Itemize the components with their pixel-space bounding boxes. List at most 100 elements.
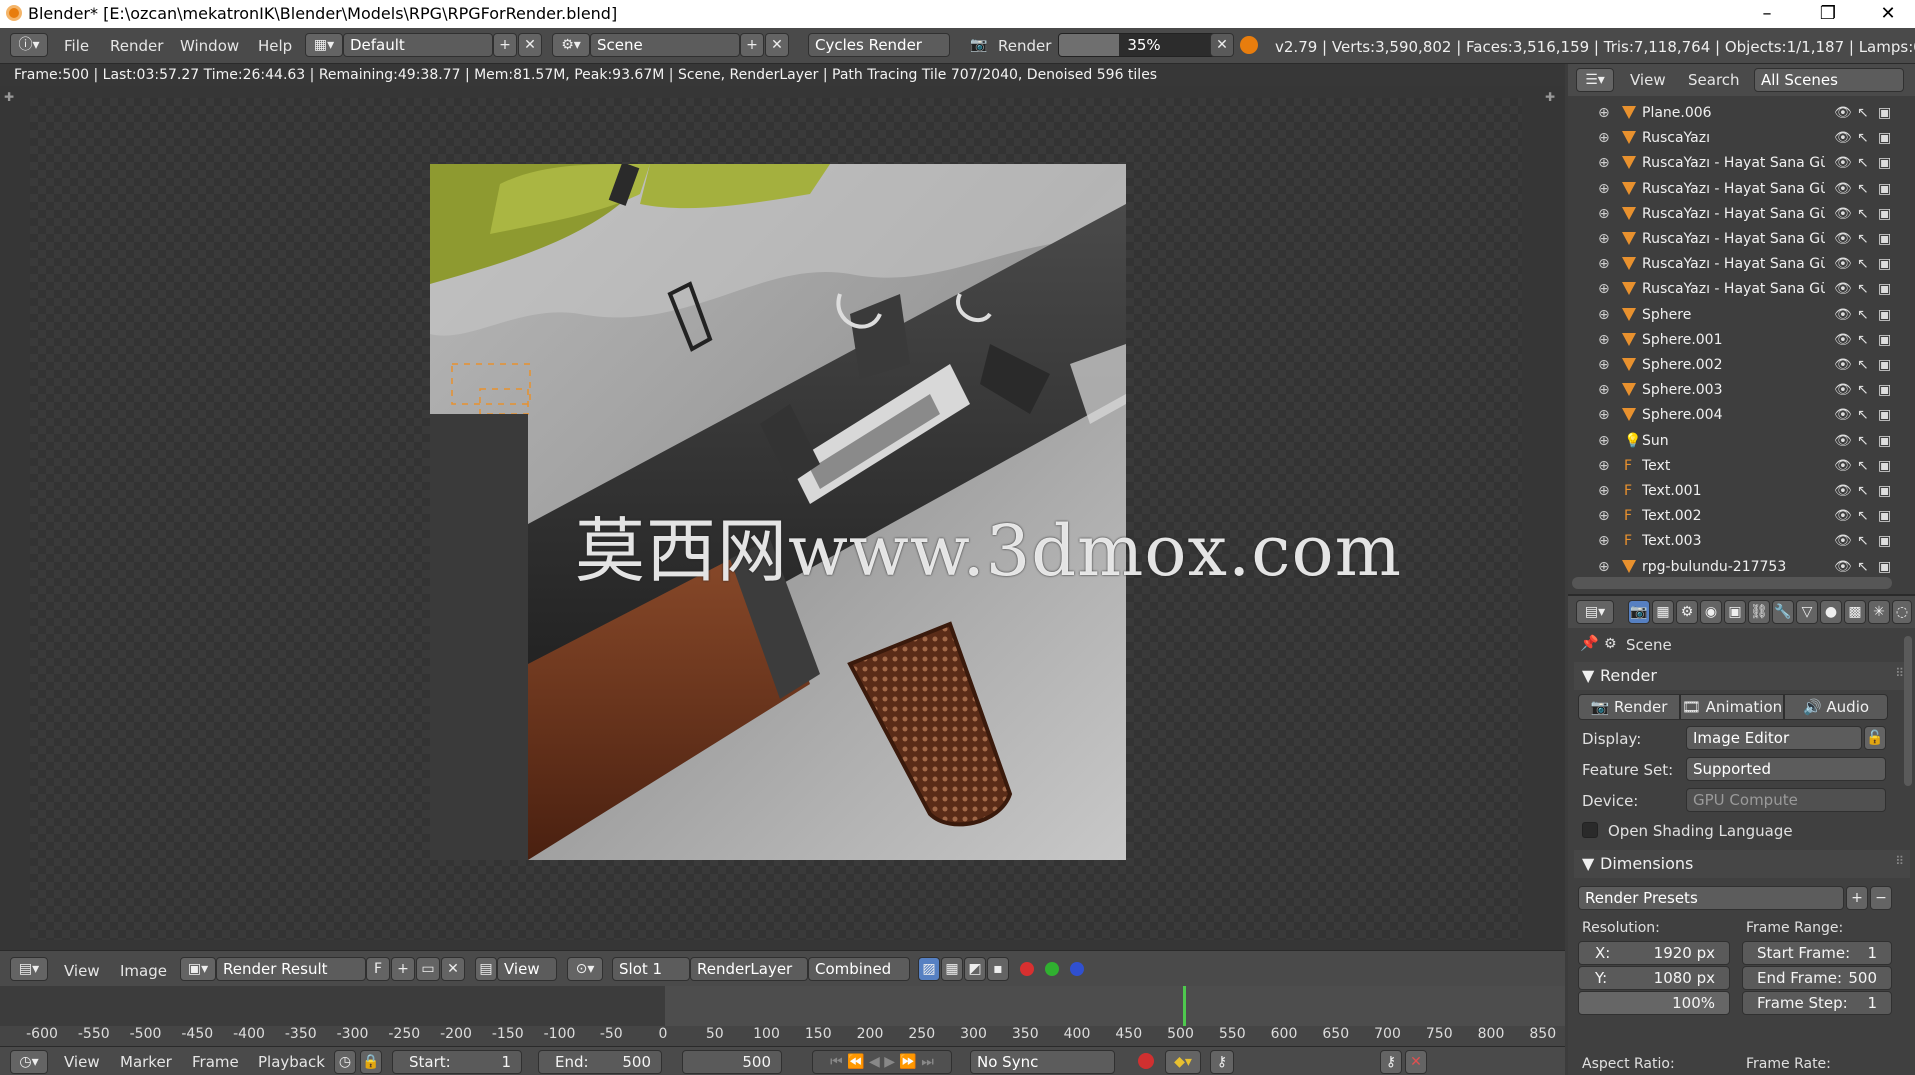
renderable-camera-icon[interactable]: ▣ <box>1878 303 1891 328</box>
device-select[interactable]: GPU Compute <box>1686 788 1886 812</box>
outliner-view-menu[interactable]: View <box>1630 71 1666 89</box>
outliner-search-menu[interactable]: Search <box>1688 71 1740 89</box>
timeline-area[interactable]: -600 -550 -500 -450 -400 -350 -300 -250 -200 -150… <box>0 986 1565 1046</box>
renderable-camera-icon[interactable]: ▣ <box>1878 504 1891 529</box>
renderable-camera-icon[interactable]: ▣ <box>1878 202 1891 227</box>
scene-icon[interactable]: ⚙▾ <box>552 33 590 57</box>
frame-step-field[interactable]: Frame Step: 1 <box>1742 991 1892 1015</box>
expand-icon[interactable]: ⊕ <box>1598 303 1610 328</box>
visibility-eye-icon[interactable]: 👁 <box>1834 353 1852 378</box>
slot-select[interactable]: Slot 1 <box>612 957 690 981</box>
texture-tab-icon[interactable]: ▩ <box>1844 600 1866 624</box>
renderable-camera-icon[interactable]: ▣ <box>1878 454 1891 479</box>
animation-button[interactable]: 🎞 Animation <box>1680 694 1784 720</box>
renderable-camera-icon[interactable]: ▣ <box>1878 529 1891 554</box>
image-editor-viewport[interactable]: ✚ ✚ 莫西网www.3dmox.com <box>0 86 1565 950</box>
material-tab-icon[interactable]: ● <box>1820 600 1842 624</box>
resolution-x-field[interactable]: X: 1920 px <box>1578 941 1730 965</box>
visibility-eye-icon[interactable]: 👁 <box>1834 555 1852 580</box>
renderable-camera-icon[interactable]: ▣ <box>1878 353 1891 378</box>
physics-tab-icon[interactable]: ◌ <box>1892 600 1912 624</box>
scene-tab-icon[interactable]: ⚙ <box>1676 600 1698 624</box>
outliner-filter-select[interactable]: All Scenes <box>1754 68 1904 92</box>
selectable-cursor-icon[interactable]: ↖ <box>1857 504 1869 529</box>
expand-icon[interactable]: ⊕ <box>1598 101 1610 126</box>
render-presets-select[interactable]: Render Presets <box>1578 886 1844 910</box>
outliner-row[interactable]: ⊕ RuscaYazı - Hayat Sana Güz 👁 ↖ ▣ <box>1568 277 1915 302</box>
menu-marker[interactable]: Marker <box>120 1053 172 1071</box>
visibility-eye-icon[interactable]: 👁 <box>1834 479 1852 504</box>
editor-type-properties-icon[interactable]: ▤▾ <box>1576 600 1614 624</box>
preview-range-icon[interactable]: ◷ <box>334 1050 356 1074</box>
open-image-icon[interactable]: ▭ <box>416 957 440 981</box>
lock-interface-icon[interactable]: 🔓 <box>1864 726 1886 750</box>
expand-icon[interactable]: ⊕ <box>1598 353 1610 378</box>
outliner-row[interactable]: ⊕ F Text.001 👁 ↖ ▣ <box>1568 479 1915 504</box>
expand-icon[interactable]: ⊕ <box>1598 403 1610 428</box>
outliner-row[interactable]: ⊕ F Text.003 👁 ↖ ▣ <box>1568 529 1915 554</box>
outliner-item-label[interactable]: Plane.006 <box>1642 101 1825 126</box>
selectable-cursor-icon[interactable]: ↖ <box>1857 101 1869 126</box>
expand-icon[interactable]: ⊕ <box>1598 227 1610 252</box>
outliner-row[interactable]: ⊕ RuscaYazı - Hayat Sana Güz 👁 ↖ ▣ <box>1568 252 1915 277</box>
green-channel-icon[interactable] <box>1045 962 1059 976</box>
corner-widget-icon[interactable]: ✚ <box>1545 90 1555 104</box>
visibility-eye-icon[interactable]: 👁 <box>1834 454 1852 479</box>
menu-window[interactable]: Window <box>180 37 239 55</box>
remove-layout-icon[interactable]: ✕ <box>518 33 542 57</box>
corner-widget-icon[interactable]: ✚ <box>4 90 14 104</box>
image-browse-icon[interactable]: ▣▾ <box>180 957 216 981</box>
expand-icon[interactable]: ⊕ <box>1598 454 1610 479</box>
selectable-cursor-icon[interactable]: ↖ <box>1857 126 1869 151</box>
visibility-eye-icon[interactable]: 👁 <box>1834 504 1852 529</box>
particles-tab-icon[interactable]: ✳ <box>1868 600 1890 624</box>
outliner-row[interactable]: ⊕ RuscaYazı - Hayat Sana Güz 👁 ↖ ▣ <box>1568 177 1915 202</box>
render-layer-select[interactable]: RenderLayer <box>690 957 808 981</box>
blue-channel-icon[interactable] <box>1070 962 1084 976</box>
outliner-row[interactable]: ⊕ Sphere 👁 ↖ ▣ <box>1568 303 1915 328</box>
view-mode-select[interactable]: View <box>497 957 557 981</box>
visibility-eye-icon[interactable]: 👁 <box>1834 378 1852 403</box>
world-tab-icon[interactable]: ◉ <box>1700 600 1722 624</box>
outliner-scrollbar[interactable] <box>1572 577 1892 589</box>
outliner-item-label[interactable]: RuscaYazı - Hayat Sana Güz <box>1642 202 1825 227</box>
outliner-row[interactable]: ⊕ Plane.006 👁 ↖ ▣ <box>1568 101 1915 126</box>
selectable-cursor-icon[interactable]: ↖ <box>1857 353 1869 378</box>
outliner-row[interactable]: ⊕ F Text.002 👁 ↖ ▣ <box>1568 504 1915 529</box>
dimensions-section-header[interactable]: ▼ Dimensions ⠿ <box>1574 850 1910 878</box>
visibility-eye-icon[interactable]: 👁 <box>1834 126 1852 151</box>
expand-icon[interactable]: ⊕ <box>1598 328 1610 353</box>
display-select[interactable]: Image Editor <box>1686 726 1862 750</box>
selectable-cursor-icon[interactable]: ↖ <box>1857 454 1869 479</box>
modifiers-tab-icon[interactable]: 🔧 <box>1772 600 1794 624</box>
end-frame-field[interactable]: End: 500 <box>538 1050 662 1074</box>
outliner-item-label[interactable]: RuscaYazı - Hayat Sana Güz <box>1642 151 1825 176</box>
expand-icon[interactable]: ⊕ <box>1598 555 1610 580</box>
render-engine-select[interactable]: Cycles Render <box>808 33 950 57</box>
renderable-camera-icon[interactable]: ▣ <box>1878 126 1891 151</box>
remove-scene-icon[interactable]: ✕ <box>765 33 789 57</box>
osl-checkbox[interactable] <box>1582 822 1598 838</box>
visibility-eye-icon[interactable]: 👁 <box>1834 202 1852 227</box>
menu-view[interactable]: View <box>64 1053 100 1071</box>
selectable-cursor-icon[interactable]: ↖ <box>1857 555 1869 580</box>
current-frame-indicator[interactable] <box>1183 986 1186 1026</box>
outliner-item-label[interactable]: Sphere.003 <box>1642 378 1825 403</box>
unlink-image-icon[interactable]: ✕ <box>441 957 465 981</box>
zbuffer-icon[interactable]: ▪ <box>987 957 1009 981</box>
expand-icon[interactable]: ⊕ <box>1598 252 1610 277</box>
outliner-item-label[interactable]: RuscaYazı <box>1642 126 1825 151</box>
pin-icon[interactable]: 📌 <box>1580 634 1599 652</box>
feature-set-select[interactable]: Supported <box>1686 757 1886 781</box>
layout-field[interactable]: Default <box>343 33 493 57</box>
red-channel-icon[interactable] <box>1020 962 1034 976</box>
add-layout-icon[interactable]: + <box>493 33 517 57</box>
renderable-camera-icon[interactable]: ▣ <box>1878 252 1891 277</box>
renderable-camera-icon[interactable]: ▣ <box>1878 328 1891 353</box>
expand-icon[interactable]: ⊕ <box>1598 277 1610 302</box>
end-frame-prop-field[interactable]: End Frame: 500 <box>1742 966 1892 990</box>
color-alpha-icon[interactable]: ▨ <box>918 957 940 981</box>
menu-frame[interactable]: Frame <box>192 1053 239 1071</box>
renderable-camera-icon[interactable]: ▣ <box>1878 403 1891 428</box>
selectable-cursor-icon[interactable]: ↖ <box>1857 429 1869 454</box>
